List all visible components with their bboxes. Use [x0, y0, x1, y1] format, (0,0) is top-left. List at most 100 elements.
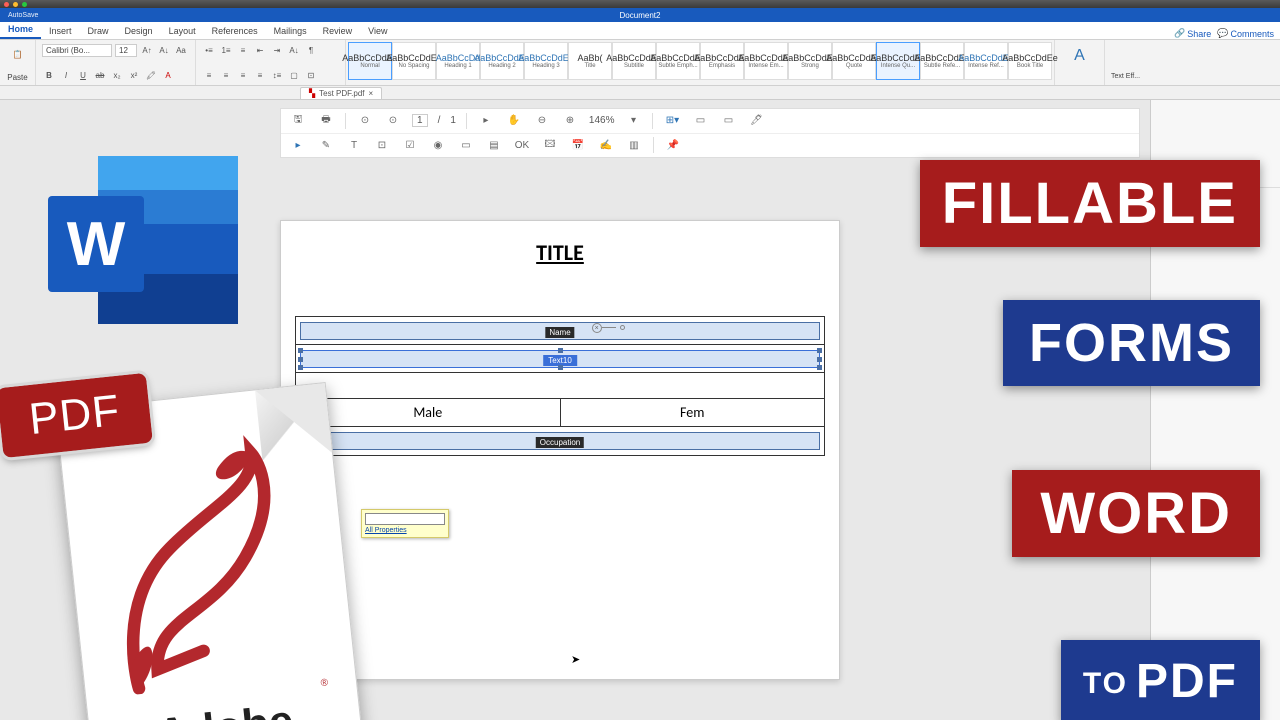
- pin-icon[interactable]: 📌: [664, 136, 682, 154]
- show-marks-icon[interactable]: ¶: [304, 43, 318, 57]
- strike-icon[interactable]: ab: [93, 68, 107, 82]
- italic-icon[interactable]: I: [59, 68, 73, 82]
- align-left-icon[interactable]: ≡: [202, 68, 216, 82]
- underline-icon[interactable]: U: [76, 68, 90, 82]
- list-field-icon[interactable]: ▤: [485, 136, 503, 154]
- font-color-icon[interactable]: A: [161, 68, 175, 82]
- occupation-field-label: Occupation: [536, 437, 584, 448]
- field-name-input[interactable]: [365, 513, 445, 525]
- indent-left-icon[interactable]: ⇤: [253, 43, 267, 57]
- radio-icon[interactable]: ◉: [429, 136, 447, 154]
- font-size-select[interactable]: 12: [115, 44, 137, 57]
- style-no-spacing[interactable]: AaBbCcDdEeNo Spacing: [392, 42, 436, 80]
- dropdown-field-icon[interactable]: ▭: [457, 136, 475, 154]
- share-button[interactable]: 🔗 Share: [1174, 28, 1211, 39]
- zoom-in-icon[interactable]: ⊕: [561, 112, 579, 130]
- adobe-pdf-logo: ® Adobe PDF: [0, 354, 370, 720]
- name-field[interactable]: Name: [300, 322, 820, 340]
- main-canvas: 🖫 🖶 ⊙ ⊙ 1 / 1 ▸ ✋ ⊖ ⊕ 146% ▾ ⊞▾ ▭ ▭ 🖊 ▸ …: [0, 100, 1280, 720]
- indent-right-icon[interactable]: ⇥: [270, 43, 284, 57]
- text-effects-label[interactable]: Text Eff...: [1111, 73, 1143, 80]
- highlight-icon[interactable]: 🖍: [144, 68, 158, 82]
- tab-layout[interactable]: Layout: [161, 23, 204, 39]
- document-name: Document2: [620, 11, 661, 20]
- prev-page-icon[interactable]: ⊙: [356, 112, 374, 130]
- paste-icon[interactable]: 📋: [7, 43, 29, 65]
- all-properties-link[interactable]: All Properties: [365, 527, 445, 534]
- increase-font-icon[interactable]: A↑: [140, 43, 154, 57]
- select-tool-icon[interactable]: ▸: [289, 136, 307, 154]
- decrease-font-icon[interactable]: A↓: [157, 43, 171, 57]
- subscript-icon[interactable]: x₂: [110, 68, 124, 82]
- text-field-icon[interactable]: T: [345, 136, 363, 154]
- gender-male-cell[interactable]: Male: [296, 399, 561, 426]
- align-center-icon[interactable]: ≡: [219, 68, 233, 82]
- borders-icon[interactable]: ⊡: [304, 68, 318, 82]
- style-heading-3[interactable]: AaBbCcDdEeHeading 3: [524, 42, 568, 80]
- styles-gallery[interactable]: AaBbCcDdEeNormalAaBbCcDdEeNo SpacingAaBb…: [348, 42, 1052, 80]
- line-spacing-icon[interactable]: ↕≡: [270, 68, 284, 82]
- close-tab-icon[interactable]: ×: [369, 89, 374, 98]
- date-field-icon[interactable]: 📅: [569, 136, 587, 154]
- textbox-icon[interactable]: ⊡: [373, 136, 391, 154]
- checkbox-icon[interactable]: ☑: [401, 136, 419, 154]
- highlight-tool-icon[interactable]: 🖊: [747, 112, 765, 130]
- tab-mailings[interactable]: Mailings: [266, 23, 315, 39]
- page-display-icon[interactable]: ▭: [691, 112, 709, 130]
- multilevel-icon[interactable]: ≡: [236, 43, 250, 57]
- shading-icon[interactable]: ▢: [287, 68, 301, 82]
- name-field-label: Name: [545, 327, 574, 338]
- sort-icon[interactable]: A↓: [287, 43, 301, 57]
- superscript-icon[interactable]: x²: [127, 68, 141, 82]
- row-name: Name ×: [296, 317, 824, 345]
- bold-icon[interactable]: B: [42, 68, 56, 82]
- change-case-icon[interactable]: Aa: [174, 43, 188, 57]
- print-icon[interactable]: 🖶: [317, 112, 335, 130]
- paste-label: Paste: [7, 73, 27, 82]
- hand-icon[interactable]: ✋: [505, 112, 523, 130]
- delete-field-icon[interactable]: ×: [592, 323, 602, 333]
- style-book-title[interactable]: AaBbCcDdEeBook Title: [1008, 42, 1052, 80]
- pdf-document-tab[interactable]: ▚ Test PDF.pdf ×: [300, 87, 382, 99]
- edit-tool-icon[interactable]: ✎: [317, 136, 335, 154]
- zoom-out-icon[interactable]: ⊖: [533, 112, 551, 130]
- page-current[interactable]: 1: [412, 114, 428, 127]
- tab-references[interactable]: References: [204, 23, 266, 39]
- text10-field[interactable]: Text10: [300, 350, 820, 368]
- signature-icon[interactable]: ✍: [597, 136, 615, 154]
- zoom-value[interactable]: 146%: [589, 115, 615, 126]
- row-text10: Text10: [296, 345, 824, 373]
- zoom-dropdown-icon[interactable]: ▾: [624, 112, 642, 130]
- styles-pane-icon[interactable]: A: [1067, 43, 1093, 69]
- numbering-icon[interactable]: 1≡: [219, 43, 233, 57]
- next-page-icon[interactable]: ⊙: [384, 112, 402, 130]
- gender-female-cell[interactable]: Fem: [561, 399, 825, 426]
- barcode-icon[interactable]: ▥: [625, 136, 643, 154]
- tab-design[interactable]: Design: [117, 23, 161, 39]
- banner-to: TO: [1083, 667, 1128, 700]
- row-blank: ➤: [296, 373, 824, 399]
- tab-draw[interactable]: Draw: [80, 23, 117, 39]
- tab-review[interactable]: Review: [315, 23, 361, 39]
- word-logo: W: [48, 156, 238, 336]
- image-field-icon[interactable]: 🖾: [541, 136, 559, 154]
- comments-button[interactable]: 💬 Comments: [1217, 28, 1274, 39]
- justify-icon[interactable]: ≡: [253, 68, 267, 82]
- font-family-select[interactable]: Calibri (Bo...: [42, 44, 112, 57]
- save-icon[interactable]: 🖫: [289, 112, 307, 130]
- tab-home[interactable]: Home: [0, 21, 41, 39]
- banner-to-pdf: TOPDF: [1061, 640, 1260, 720]
- tab-insert[interactable]: Insert: [41, 23, 80, 39]
- minimize-dot-icon[interactable]: [13, 2, 18, 7]
- occupation-field[interactable]: Occupation: [300, 432, 820, 450]
- tab-view[interactable]: View: [360, 23, 395, 39]
- pointer-icon[interactable]: ▸: [477, 112, 495, 130]
- button-field-icon[interactable]: OK: [513, 136, 531, 154]
- bullets-icon[interactable]: •≡: [202, 43, 216, 57]
- maximize-dot-icon[interactable]: [22, 2, 27, 7]
- cursor-icon: ➤: [571, 653, 580, 666]
- align-right-icon[interactable]: ≡: [236, 68, 250, 82]
- reading-icon[interactable]: ▭: [719, 112, 737, 130]
- ruler-icon[interactable]: ⊞▾: [663, 112, 681, 130]
- close-dot-icon[interactable]: [4, 2, 9, 7]
